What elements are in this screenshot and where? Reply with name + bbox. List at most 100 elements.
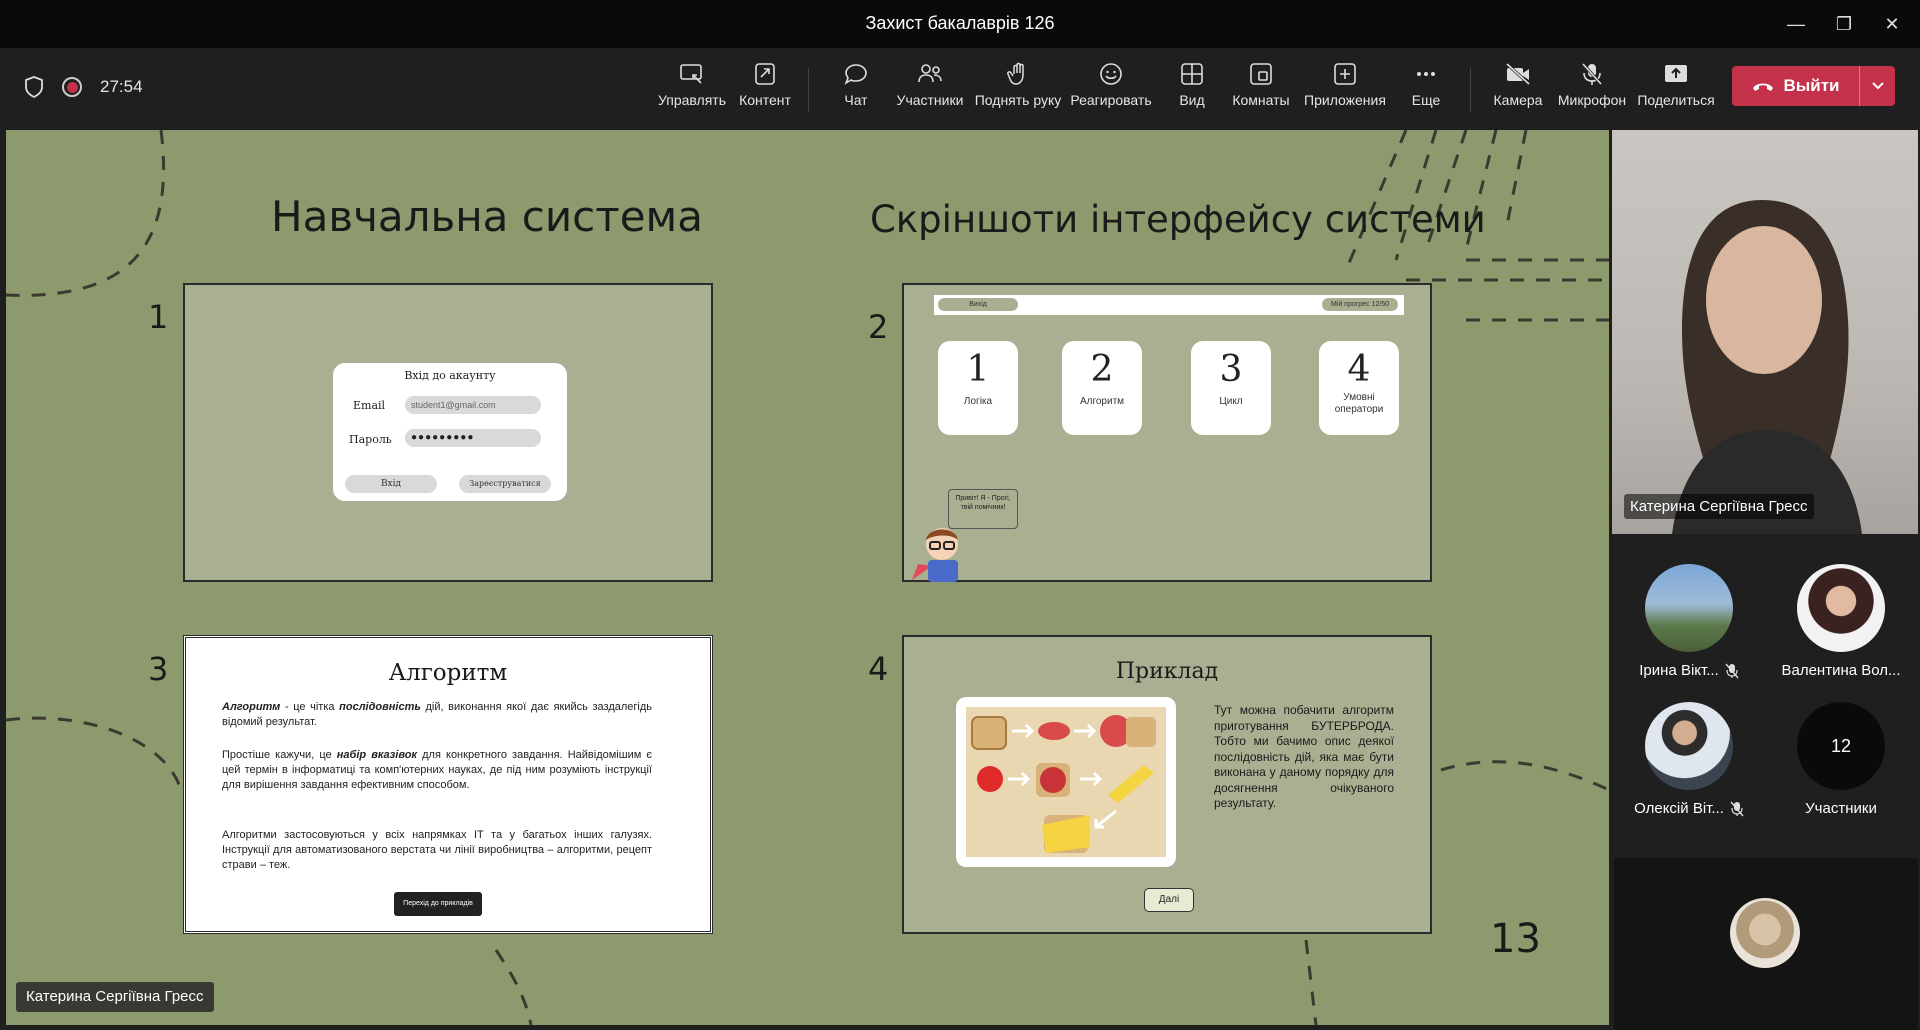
topic-tile: 3 Цикл [1191,341,1271,435]
algorithm-slide: Алгоритм Алгоритм - це чітка послідовніс… [183,635,713,934]
tile-number: 1 [966,349,990,390]
leave-button[interactable]: Выйти [1732,66,1895,106]
presenter-name-label: Катерина Сергіївна Гресс [16,982,214,1012]
apps-button[interactable]: Приложения [1300,62,1390,124]
tile-label: Логіка [963,396,993,407]
apps-label: Приложения [1304,92,1386,108]
topic-tile: 4 Умовні оператори [1319,341,1399,435]
leave-main[interactable]: Выйти [1732,76,1859,96]
avatar [1797,564,1885,652]
toolbar-divider [1470,68,1471,112]
sandwich-illustration [956,697,1176,867]
tile-number: 3 [1219,349,1243,390]
term-algorithm: Алгоритм [222,701,281,713]
participant-tile[interactable]: Олексій Віт... [1614,702,1764,817]
mic-off-icon [1581,62,1603,86]
term-instructions: набір вказівок [336,749,418,761]
minimize-icon[interactable]: — [1776,10,1816,38]
rooms-icon [1250,63,1272,85]
more-label: Еще [1411,92,1441,108]
item-number-2: 2 [868,308,889,346]
participant-name-text: Ірина Вікт... [1639,662,1719,679]
p1-a: - це чітка [280,701,340,713]
progress-badge: Мій прогрес 12/50 [1322,298,1398,311]
content-label: Контент [739,92,791,108]
exit-button: Вихід [938,298,1018,311]
leave-label: Выйти [1783,76,1840,95]
camera-button[interactable]: Камера [1488,62,1548,124]
tile-label: Умовні оператори [1334,392,1384,415]
emoji-icon [1100,63,1122,85]
react-button[interactable]: Реагировать [1068,62,1154,124]
leave-dropdown[interactable] [1859,66,1895,106]
manage-icon [680,64,702,84]
mic-off-icon [1725,663,1739,679]
content-icon [755,63,775,85]
mic-label: Микрофон [1557,92,1627,108]
email-field: student1@gmail.com [405,396,541,414]
item-number-3: 3 [148,650,169,688]
menu-topbar: Вихід Мій прогрес 12/50 [934,295,1404,315]
share-button[interactable]: Поделиться [1636,62,1716,124]
person-silhouette-icon [1672,200,1862,534]
view-button[interactable]: Вид [1166,62,1218,124]
rooms-button[interactable]: Комнаты [1230,62,1292,124]
participant-name: Ірина Вікт... [1614,662,1764,679]
slide-title-right: Скріншоти інтерфейсу системи [870,198,1486,241]
password-label: Пароль [349,433,392,446]
manage-button[interactable]: Управлять [656,62,728,124]
next-button: Далі [1144,888,1194,912]
algorithm-heading: Алгоритм [388,660,508,686]
avatar [1730,898,1800,968]
tile-number: 2 [1090,349,1114,390]
chat-button[interactable]: Чат [826,62,886,124]
window-title: Захист бакалаврів 126 [865,13,1055,33]
more-icon [1417,72,1435,76]
meeting-toolbar: 27:54 Управлять Контент Чат Участники По… [0,48,1920,128]
tile-number: 4 [1347,349,1371,390]
email-label: Email [353,399,386,412]
maximize-icon[interactable]: ❐ [1824,10,1864,38]
recording-icon [62,77,82,97]
mascot-icon [912,528,958,582]
react-label: Реагировать [1070,92,1152,108]
camera-off-icon [1505,62,1531,86]
manage-label: Управлять [658,92,726,108]
participant-tile[interactable]: Ірина Вікт... [1614,564,1764,679]
hand-icon [1007,62,1024,85]
topic-tile: 2 Алгоритм [1062,341,1142,435]
participant-count-tile[interactable]: 12 Участники [1766,702,1916,817]
presenter-video[interactable]: Катерина Сергіївна Гресс [1612,130,1918,534]
participant-name: Олексій Віт... [1614,800,1764,817]
participant-count: 12 [1797,702,1885,790]
mic-button[interactable]: Микрофон [1554,62,1630,124]
grid-icon [1181,63,1203,85]
title-bar: Захист бакалаврів 126 — ❐ ✕ [0,0,1920,48]
participant-count-label: Участники [1805,800,1877,817]
participant-name-text: Олексій Віт... [1634,800,1724,817]
close-icon[interactable]: ✕ [1872,10,1912,38]
content-button[interactable]: Контент [730,62,800,124]
view-label: Вид [1179,92,1205,108]
meeting-timer: 27:54 [100,77,143,96]
item-number-1: 1 [148,298,169,336]
participants-button[interactable]: Участники [894,62,966,124]
algorithm-paragraph-3: Алгоритми застосовуються у всіх напрямка… [222,829,652,871]
screenshot-menu: Вихід Мій прогрес 12/50 1 Логіка 2 Алгор… [902,283,1432,582]
topic-tile: 1 Логіка [938,341,1018,435]
examples-button: Перехід до прикладів [394,892,482,916]
participant-name: Валентина Вол... [1781,662,1901,679]
toolbar-divider [808,68,809,112]
participant-tile[interactable]: Валентина Вол... [1766,564,1916,679]
raise-hand-button[interactable]: Поднять руку [972,62,1064,124]
algorithm-paragraph-2: Простіше кажучи, це набір вказівок для к… [222,748,652,793]
chevron-down-icon [1871,82,1884,90]
register-button: Зареєструватися [459,475,551,493]
sandwich-steps-icon [966,707,1166,857]
example-text: Тут можна побачити алгоритм приготування… [1214,703,1394,810]
people-icon [918,64,942,83]
meeting-status: 27:54 [24,76,143,98]
self-video-tile[interactable] [1614,858,1918,1030]
more-button[interactable]: Еще [1402,62,1450,124]
mic-off-icon [1730,801,1744,817]
